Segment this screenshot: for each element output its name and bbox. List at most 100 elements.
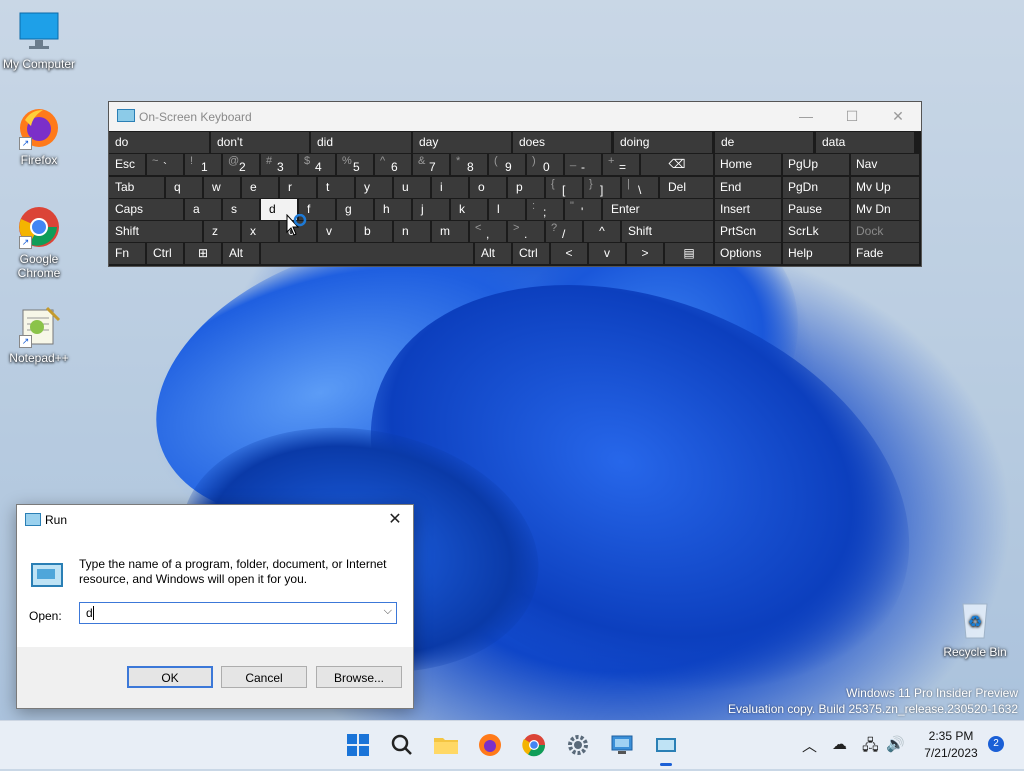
volume-icon[interactable]: 🔊: [886, 735, 905, 753]
key-fn[interactable]: Fn: [109, 243, 145, 264]
clock[interactable]: 2:35 PM 7/21/2023: [916, 728, 986, 762]
key-j[interactable]: j: [413, 199, 449, 220]
settings-gear-icon[interactable]: [562, 729, 594, 761]
notification-badge[interactable]: 2: [988, 736, 1004, 752]
desktop-icon-firefox[interactable]: ↗ Firefox: [1, 106, 77, 167]
network-icon[interactable]: 🖧: [862, 735, 879, 760]
open-combobox[interactable]: d ⌵: [79, 602, 397, 624]
file-explorer-icon[interactable]: [430, 729, 462, 761]
key-h[interactable]: h: [375, 199, 411, 220]
key-alt-right[interactable]: Alt: [475, 243, 511, 264]
key-i[interactable]: i: [432, 177, 468, 198]
osk-titlebar[interactable]: On-Screen Keyboard — ☐ ✕: [109, 102, 921, 131]
key-n[interactable]: n: [394, 221, 430, 242]
key-insert[interactable]: Insert: [715, 199, 781, 220]
browse-button[interactable]: Browse...: [316, 666, 402, 688]
key-scrlk[interactable]: ScrLk: [783, 221, 849, 242]
key-l[interactable]: l: [489, 199, 525, 220]
key-0[interactable]: ) 0: [527, 154, 563, 175]
key-u[interactable]: u: [394, 177, 430, 198]
key-z[interactable]: z: [204, 221, 240, 242]
key-t[interactable]: t: [318, 177, 354, 198]
key-s[interactable]: s: [223, 199, 259, 220]
key-4[interactable]: $4: [299, 154, 335, 175]
key-caps[interactable]: Caps: [109, 199, 183, 220]
key-comma[interactable]: <,: [470, 221, 506, 242]
key-end[interactable]: End: [715, 177, 781, 198]
close-icon[interactable]: ✕: [383, 508, 407, 532]
key-p[interactable]: p: [508, 177, 544, 198]
key-mv-up[interactable]: Mv Up: [851, 177, 919, 198]
desktop-icon-recycle-bin[interactable]: ♻ Recycle Bin: [937, 598, 1013, 659]
key-9[interactable]: (9: [489, 154, 525, 175]
key-shift-left[interactable]: Shift: [109, 221, 202, 242]
prediction-key[interactable]: does: [513, 132, 611, 153]
prediction-key[interactable]: de: [715, 132, 813, 153]
key-5[interactable]: % 5: [337, 154, 373, 175]
key-home[interactable]: Home: [715, 154, 781, 175]
key-quote[interactable]: " ': [565, 199, 601, 220]
open-input[interactable]: d: [86, 606, 93, 620]
remote-desktop-icon[interactable]: [606, 729, 638, 761]
key-ctrl-right[interactable]: Ctrl: [513, 243, 549, 264]
ok-button[interactable]: OK: [127, 666, 213, 688]
key-8[interactable]: * 8: [451, 154, 487, 175]
windows-icon[interactable]: ⊞: [185, 243, 221, 264]
key-x[interactable]: x: [242, 221, 278, 242]
run-dialog[interactable]: Run ✕ Type the name of a program, folder…: [16, 504, 414, 709]
key-period[interactable]: >.: [508, 221, 544, 242]
key-7[interactable]: & 7: [413, 154, 449, 175]
cloud-offline-icon[interactable]: ☁: [832, 735, 847, 753]
key-backslash[interactable]: | \: [622, 177, 658, 198]
search-icon[interactable]: [386, 729, 418, 761]
key-help[interactable]: Help: [783, 243, 849, 264]
key-slash[interactable]: ? /: [546, 221, 582, 242]
key-alt-left[interactable]: Alt: [223, 243, 259, 264]
key-a[interactable]: a: [185, 199, 221, 220]
prediction-key[interactable]: data: [816, 132, 914, 153]
key-open-bracket[interactable]: {[: [546, 177, 582, 198]
arrow-up-icon[interactable]: ^: [584, 221, 620, 242]
key-e[interactable]: e: [242, 177, 278, 198]
arrow-down-icon[interactable]: v: [589, 243, 625, 264]
run-titlebar[interactable]: Run ✕: [17, 505, 413, 535]
key-tilde[interactable]: ~ `: [147, 154, 183, 175]
prediction-key[interactable]: don't: [211, 132, 309, 153]
key-6[interactable]: ^ 6: [375, 154, 411, 175]
prediction-key[interactable]: doing: [614, 132, 712, 153]
key-y[interactable]: y: [356, 177, 392, 198]
prediction-key[interactable]: day: [413, 132, 511, 153]
key-k[interactable]: k: [451, 199, 487, 220]
chevron-down-icon[interactable]: ⌵: [384, 605, 392, 618]
key-b[interactable]: b: [356, 221, 392, 242]
key-g[interactable]: g: [337, 199, 373, 220]
key-del[interactable]: Del: [660, 177, 713, 198]
key-nav[interactable]: Nav: [851, 154, 919, 175]
on-screen-keyboard-taskbar-icon[interactable]: [650, 729, 682, 766]
key-enter[interactable]: Enter: [603, 199, 713, 220]
key-q[interactable]: q: [166, 177, 202, 198]
key-minus[interactable]: _ -: [565, 154, 601, 175]
key-fade[interactable]: Fade: [851, 243, 919, 264]
key-m[interactable]: m: [432, 221, 468, 242]
key-options[interactable]: Options: [715, 243, 781, 264]
key-semicolon[interactable]: :;: [527, 199, 563, 220]
prediction-key[interactable]: do: [109, 132, 209, 153]
maximize-button[interactable]: ☐: [829, 102, 875, 131]
firefox-taskbar-icon[interactable]: [474, 729, 506, 761]
key-o[interactable]: o: [470, 177, 506, 198]
key-dock[interactable]: Dock: [851, 221, 919, 242]
menu-key-icon[interactable]: ▤: [665, 243, 713, 264]
key-pgdn[interactable]: PgDn: [783, 177, 849, 198]
on-screen-keyboard-window[interactable]: On-Screen Keyboard — ☐ ✕ do don't did da…: [108, 101, 922, 267]
key-close-bracket[interactable]: }]: [584, 177, 620, 198]
key-w[interactable]: w: [204, 177, 240, 198]
minimize-button[interactable]: —: [783, 102, 829, 131]
key-esc[interactable]: Esc: [109, 154, 145, 175]
key-2[interactable]: @2: [223, 154, 259, 175]
cancel-button[interactable]: Cancel: [221, 666, 307, 688]
key-r[interactable]: r: [280, 177, 316, 198]
key-3[interactable]: #3: [261, 154, 297, 175]
key-mv-dn[interactable]: Mv Dn: [851, 199, 919, 220]
close-button[interactable]: ✕: [875, 102, 921, 131]
